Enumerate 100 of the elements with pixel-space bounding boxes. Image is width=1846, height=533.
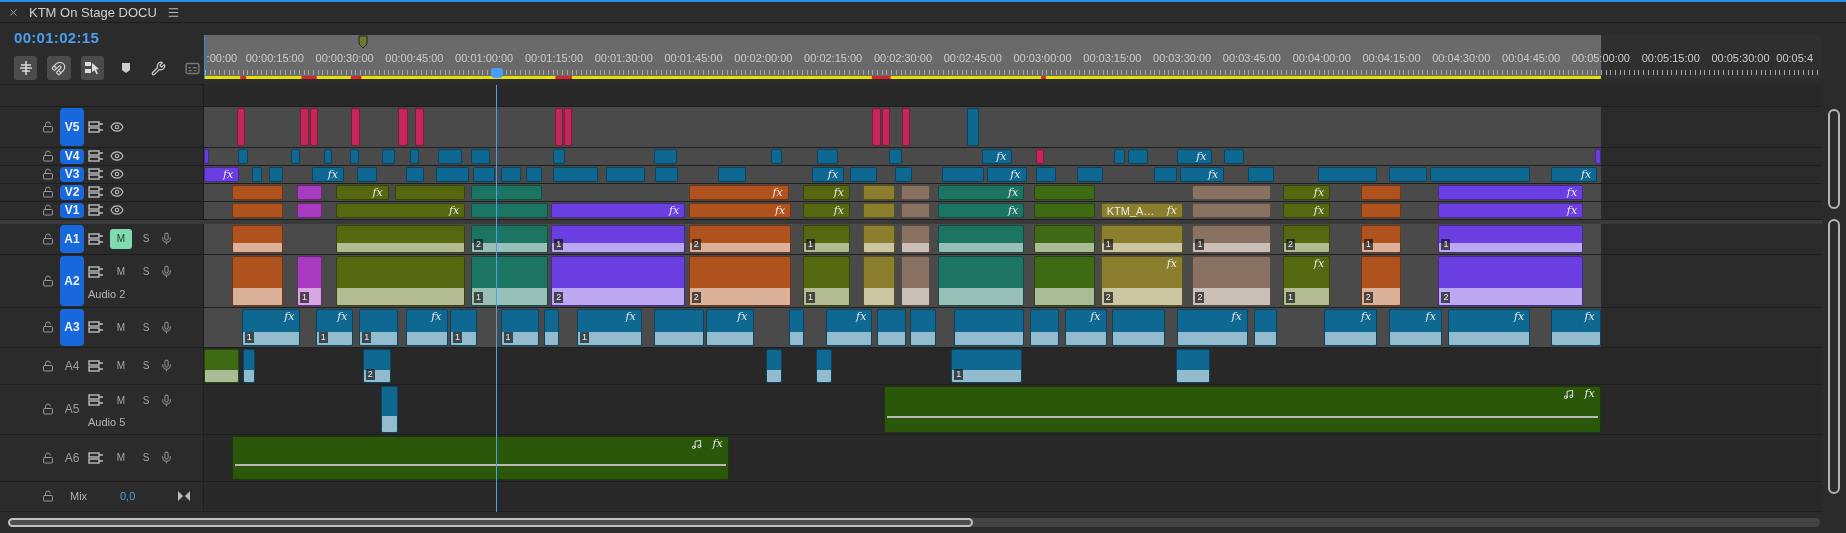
unlocked-icon[interactable] (42, 451, 54, 464)
track-target[interactable]: A4 (60, 348, 84, 383)
sync-icon[interactable] (88, 168, 104, 181)
eye-icon[interactable] (110, 185, 124, 200)
video-clip[interactable] (872, 107, 881, 146)
unlocked-icon[interactable] (42, 232, 54, 245)
timecode[interactable]: 00:01:02:15 (14, 29, 204, 47)
video-clip[interactable] (1153, 166, 1178, 182)
video-clip[interactable] (771, 148, 782, 164)
video-clip[interactable] (901, 107, 911, 146)
audio-clip[interactable]: fx (1065, 308, 1107, 346)
microphone-icon[interactable] (160, 393, 173, 407)
video-clip[interactable] (1033, 202, 1095, 218)
eye-icon[interactable] (110, 203, 124, 218)
audio-clip[interactable] (1033, 255, 1095, 306)
video-clip[interactable] (1035, 148, 1045, 164)
audio-clip[interactable]: fx 1 (1283, 255, 1331, 306)
horizontal-scrollbar[interactable] (8, 517, 1820, 527)
audio-clip[interactable] (862, 224, 895, 253)
video-clip[interactable]: fx (312, 166, 344, 182)
video-clip[interactable] (900, 202, 930, 218)
audio-clip[interactable]: 2 (471, 224, 548, 253)
audio-clip[interactable] (1253, 308, 1278, 346)
unlocked-icon[interactable] (42, 359, 54, 372)
solo-button[interactable]: S (138, 355, 154, 376)
unlocked-icon[interactable] (42, 150, 54, 163)
audio-clip[interactable]: 1 (802, 224, 850, 253)
audio-clip[interactable] (1175, 348, 1211, 383)
solo-button[interactable]: S (138, 261, 154, 282)
unlocked-icon[interactable] (42, 403, 54, 416)
audio-clip[interactable]: 2 (1360, 255, 1401, 306)
audio-clip[interactable] (232, 255, 283, 306)
video-clip[interactable] (1077, 166, 1103, 182)
sync-icon[interactable] (88, 232, 104, 245)
video-clip[interactable] (252, 166, 262, 182)
video-clip[interactable] (941, 166, 985, 182)
audio-clip[interactable]: fx 1 (241, 308, 301, 346)
video-clip[interactable]: fx (1438, 202, 1584, 218)
audio-clip[interactable]: fx (706, 308, 754, 346)
mute-button[interactable]: M (110, 317, 132, 338)
audio-clip[interactable] (815, 348, 833, 383)
video-clip[interactable]: KTM_A… fx (1100, 202, 1183, 218)
audio-clip[interactable]: fx (232, 435, 729, 480)
video-clip[interactable] (471, 148, 490, 164)
video-clip[interactable] (296, 202, 322, 218)
audio-clip[interactable]: fx (1388, 308, 1442, 346)
video-clip[interactable]: fx (1438, 184, 1584, 200)
video-clip[interactable] (406, 166, 425, 182)
video-clip[interactable] (300, 107, 309, 146)
audio-clip[interactable]: 2 (1192, 255, 1272, 306)
track-target[interactable]: V5 (60, 107, 84, 146)
panel-title[interactable]: KTM On Stage DOCU (29, 4, 157, 20)
mute-button[interactable]: M (110, 355, 132, 376)
video-clip[interactable] (409, 148, 420, 164)
audio-clip[interactable] (1033, 224, 1095, 253)
audio-clip[interactable]: 1 (551, 224, 686, 253)
audio-clip[interactable]: 2 (1283, 224, 1331, 253)
audio-clip[interactable] (862, 255, 895, 306)
video-clip[interactable] (435, 166, 469, 182)
video-clip[interactable]: fx (812, 166, 845, 182)
video-clip[interactable] (471, 184, 542, 200)
video-clip[interactable]: fx (802, 184, 850, 200)
video-clip[interactable] (349, 148, 360, 164)
video-clip[interactable] (236, 107, 246, 146)
video-clip[interactable] (1594, 148, 1601, 164)
audio-clip[interactable]: 2 (1438, 255, 1584, 306)
audio-clip[interactable] (953, 308, 1025, 346)
video-clip[interactable] (268, 166, 283, 182)
solo-button[interactable]: S (138, 228, 154, 249)
video-clip[interactable] (654, 166, 679, 182)
track-target[interactable]: V3 (60, 166, 84, 182)
audio-clip[interactable]: fx (1177, 308, 1248, 346)
eye-icon[interactable] (110, 149, 124, 164)
video-clip[interactable] (554, 107, 563, 146)
audio-clip[interactable]: fx (1324, 308, 1378, 346)
audio-clip[interactable]: fx 2 (1100, 255, 1183, 306)
video-clip[interactable]: fx (802, 202, 850, 218)
video-clip[interactable] (324, 148, 333, 164)
video-clip[interactable] (471, 202, 548, 218)
sync-icon[interactable] (88, 150, 104, 163)
audio-clip[interactable] (766, 348, 782, 383)
video-clip[interactable] (204, 148, 209, 164)
video-clip[interactable]: fx (986, 166, 1027, 182)
mix-volume[interactable]: 0,0 (120, 490, 174, 503)
audio-clip[interactable] (900, 224, 930, 253)
eye-icon[interactable] (110, 167, 124, 182)
vertical-scrollbar[interactable] (1828, 218, 1840, 494)
audio-clip[interactable]: fx 1 (315, 308, 354, 346)
audio-clip[interactable]: 1 (802, 255, 850, 306)
video-clip[interactable] (1360, 202, 1401, 218)
video-clip[interactable] (291, 148, 301, 164)
audio-clip[interactable]: 1 (1438, 224, 1584, 253)
playhead-handle[interactable] (490, 68, 503, 79)
audio-clip[interactable] (380, 385, 399, 433)
audio-clip[interactable]: fx (1551, 308, 1601, 346)
time-ruler[interactable] (204, 35, 1822, 80)
video-clip[interactable] (862, 202, 895, 218)
track-target[interactable]: A1 (60, 224, 84, 253)
video-clip[interactable] (351, 107, 361, 146)
unlocked-icon[interactable] (42, 274, 54, 287)
